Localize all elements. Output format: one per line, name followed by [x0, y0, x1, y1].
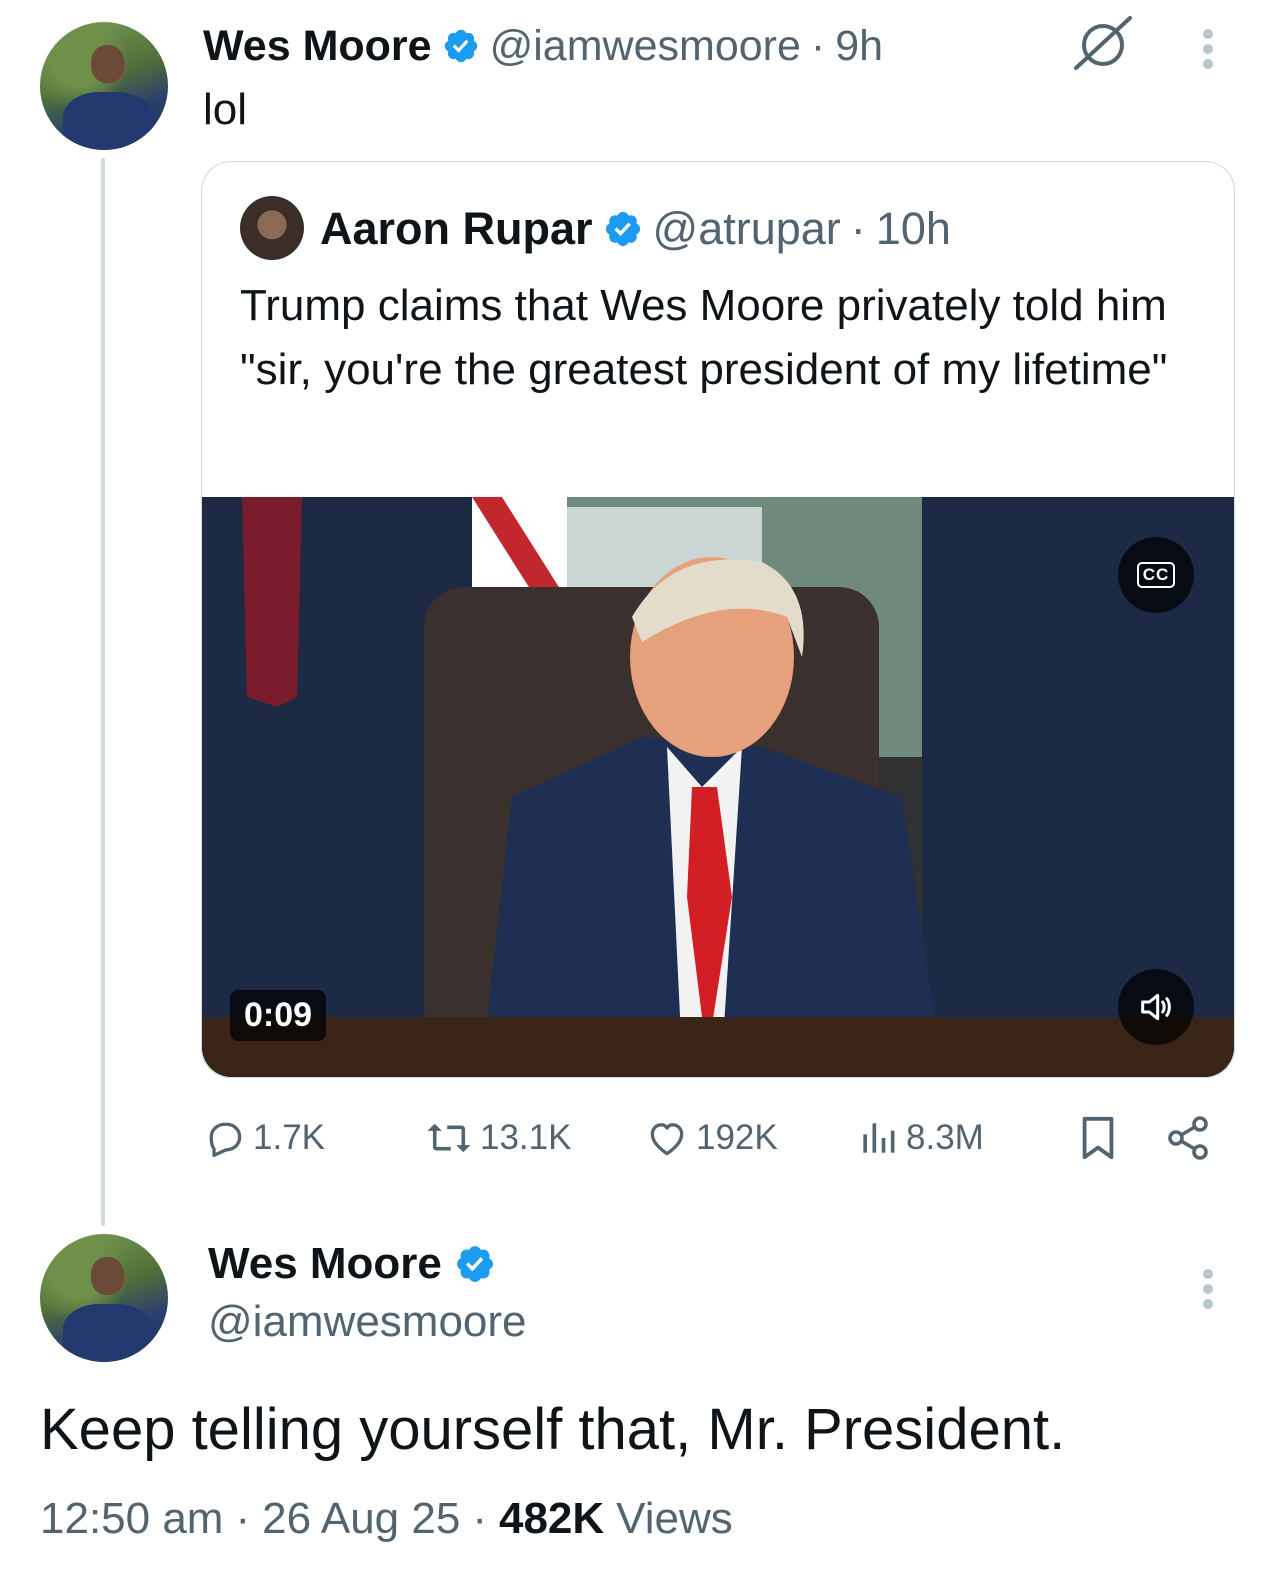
- heart-icon: [650, 1123, 684, 1156]
- author-name[interactable]: Wes Moore: [203, 22, 432, 71]
- reply-avatar[interactable]: [40, 1234, 168, 1362]
- separator-dot: ·: [810, 21, 826, 70]
- quoted-tweet-text: Trump claims that Wes Moore privately to…: [240, 281, 1168, 394]
- cc-icon: CC: [1136, 562, 1176, 588]
- more-options-icon[interactable]: [1203, 1264, 1213, 1314]
- reply-author-handle[interactable]: @iamwesmoore: [208, 1296, 527, 1348]
- grok-icon[interactable]: [1072, 14, 1134, 72]
- repost-count: 13.1K: [480, 1118, 572, 1157]
- verified-badge-icon: [605, 211, 640, 247]
- reply-meta: 12:50 am · 26 Aug 25 · 482K Views: [40, 1492, 733, 1546]
- verified-badge-icon: [444, 29, 477, 63]
- video-duration-badge: 0:09: [230, 990, 327, 1041]
- video-duration: 0:09: [244, 996, 313, 1034]
- closed-captions-button[interactable]: CC: [1118, 537, 1194, 613]
- thread-line: [101, 158, 105, 1226]
- share-icon[interactable]: [1164, 1114, 1212, 1162]
- author-handle[interactable]: @iamwesmoore: [490, 22, 801, 71]
- repost-button[interactable]: 13.1K: [424, 1116, 571, 1160]
- quoted-header: Aaron Rupar @atrupar · 10h: [320, 200, 951, 258]
- like-count: 192K: [696, 1118, 778, 1157]
- reply-author-row: Wes Moore: [208, 1236, 496, 1292]
- avatar[interactable]: [40, 22, 168, 150]
- repost-icon: [427, 1123, 471, 1153]
- quoted-avatar[interactable]: [240, 196, 304, 260]
- separator-dot: ·: [472, 1494, 487, 1543]
- more-options-icon[interactable]: [1203, 24, 1213, 74]
- quoted-tweet-time[interactable]: 10h: [876, 203, 951, 255]
- tweet-text: lol: [203, 85, 248, 134]
- reply-views-count: 482K: [498, 1494, 605, 1543]
- reply-icon: [209, 1122, 242, 1158]
- view-count: 8.3M: [906, 1118, 984, 1157]
- verified-badge-icon: [456, 1246, 493, 1282]
- reply-author-name[interactable]: Wes Moore: [208, 1239, 442, 1289]
- analytics-icon: [863, 1123, 895, 1153]
- quoted-author-name[interactable]: Aaron Rupar: [320, 203, 593, 255]
- reply-views-label: Views: [616, 1494, 733, 1543]
- mute-button[interactable]: [1118, 969, 1194, 1045]
- separator-dot: ·: [850, 203, 866, 254]
- separator-dot: ·: [235, 1494, 251, 1543]
- reply-time[interactable]: 12:50 am: [40, 1492, 223, 1546]
- views-button[interactable]: 8.3M: [856, 1116, 984, 1160]
- quoted-tweet[interactable]: Aaron Rupar @atrupar · 10h Trump claims …: [201, 161, 1235, 1078]
- reply-date[interactable]: 26 Aug 25: [262, 1492, 460, 1546]
- like-button[interactable]: 192K: [644, 1116, 778, 1160]
- volume-icon: [1141, 993, 1171, 1021]
- quoted-author-handle[interactable]: @atrupar: [653, 203, 841, 255]
- reply-text: Keep telling yourself that, Mr. Presiden…: [40, 1397, 1066, 1462]
- tweet-time[interactable]: 9h: [835, 22, 883, 71]
- reply-count: 1.7K: [253, 1118, 325, 1157]
- tweet-header: Wes Moore @iamwesmoore · 9h: [203, 18, 883, 74]
- video-player[interactable]: 0:09 CC: [202, 497, 1234, 1077]
- bookmark-icon[interactable]: [1078, 1115, 1118, 1161]
- video-thumbnail: [202, 497, 1234, 1077]
- reply-button[interactable]: 1.7K: [203, 1116, 325, 1160]
